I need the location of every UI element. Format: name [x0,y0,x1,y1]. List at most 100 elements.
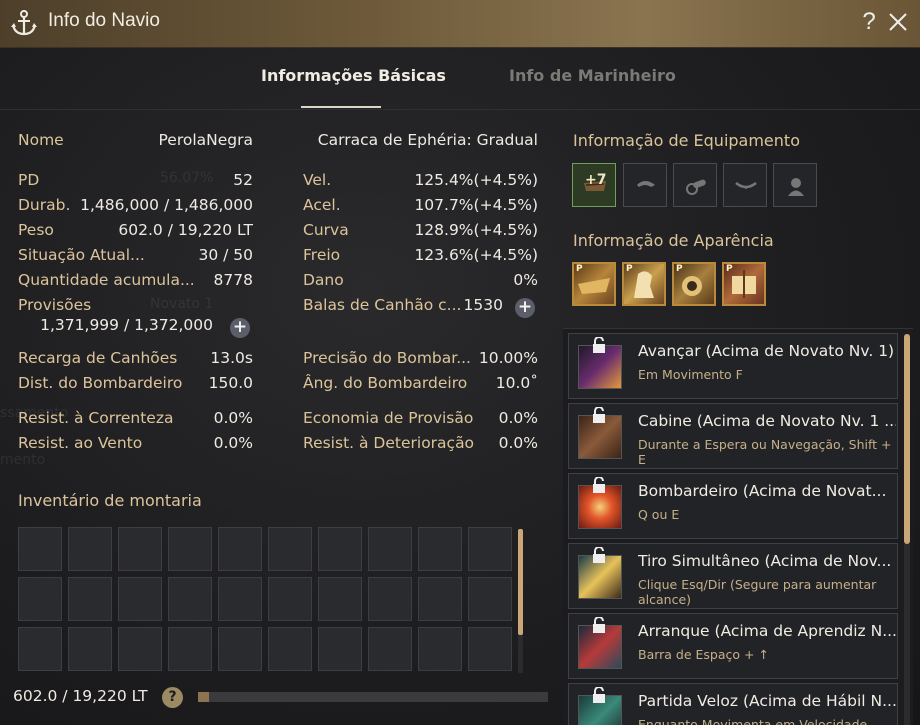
appearance-slot[interactable]: P [672,262,716,306]
provisions-value: 1,371,999 / 1,372,000 [40,316,213,334]
title-bar[interactable]: Info do Navio ? [0,0,920,48]
premium-badge: P [626,264,633,274]
inventory-slot[interactable] [118,527,162,571]
add-provisions-button[interactable]: + [230,318,250,338]
premium-badge: P [676,264,683,274]
inventory-slot[interactable] [168,577,212,621]
appearance-slot[interactable]: P [572,262,616,306]
stat-label: Acel. [303,196,341,214]
stat-value: 1,486,000 / 1,486,000 [80,196,253,214]
stat-label: Curva [303,221,349,239]
help-button[interactable]: ? [858,8,880,36]
appearance-slot[interactable]: P [622,262,666,306]
skill-name: Bombardeiro (Acima de Novat... [638,482,887,500]
stat-label: Dano [303,271,344,289]
skill-item[interactable]: Avançar (Acima de Novato Nv. 1) Em Movim… [568,333,898,399]
anchor-icon [11,10,37,36]
tab-basic-info[interactable]: Informações Básicas [261,66,446,85]
inventory-scrollbar-thumb[interactable] [518,529,523,635]
skill-description: Barra de Espaço + ↑ [638,647,769,662]
inventory-slot[interactable] [418,527,462,571]
inventory-slot[interactable] [168,627,212,671]
equipment-slot-crew[interactable] [773,163,817,207]
ship-name: PerolaNegra [158,131,254,149]
equipment-slot-hull[interactable]: +7 [572,163,616,207]
skill-item[interactable]: Partida Veloz (Acima de Hábil N... Enqua… [568,683,898,725]
name-label: Nome [18,131,64,149]
stat-label: Recarga de Canhões [18,349,178,367]
stat-value: 8778 [213,271,253,289]
inventory-slot[interactable] [368,527,412,571]
stat-label: Peso [18,221,54,239]
stat-label: PD [18,171,40,189]
inventory-slot[interactable] [418,627,462,671]
appearance-slot[interactable]: P [722,262,766,306]
inventory-slot[interactable] [168,527,212,571]
inventory-slot[interactable] [268,527,312,571]
stat-value: 0.0% [498,434,538,452]
skill-description: Durante a Espera ou Navegação, Shift + E [638,437,892,467]
ship-info-window: 56.07% Novato 1 ssamento mento Info do N… [0,0,920,725]
inventory-slot[interactable] [218,527,262,571]
stat-value: 128.9%(+4.5%) [414,221,538,239]
stat-label: Dist. do Bombardeiro [18,374,183,392]
skill-item[interactable]: Cabine (Acima de Novato Nv. 1 ... Durant… [568,403,898,469]
skill-name: Partida Veloz (Acima de Hábil N... [638,692,896,710]
window-title: Info do Navio [48,10,160,31]
skill-scrollbar-thumb[interactable] [904,334,910,544]
skill-item[interactable]: Tiro Simultâneo (Acima de Nov... Clique … [568,543,898,609]
figurehead-icon [637,181,655,187]
inventory-slot[interactable] [318,577,362,621]
weight-bar [198,692,548,702]
inventory-slot[interactable] [18,527,62,571]
stat-value: 107.7%(+4.5%) [414,196,538,214]
close-icon[interactable] [886,10,910,34]
stat-label: Resist. ao Vento [18,434,143,452]
equipment-slot-figurehead[interactable] [623,163,667,207]
inventory-slot[interactable] [118,627,162,671]
skill-item[interactable]: Bombardeiro (Acima de Novat... Q ou E [568,473,898,539]
weight-help-icon[interactable]: ? [162,687,183,708]
lock-icon [593,547,605,563]
appearance-title: Informação de Aparência [573,231,774,250]
inventory-slot[interactable] [218,577,262,621]
stat-label: Resist. à Deterioração [303,434,475,452]
inventory-slot[interactable] [368,577,412,621]
inventory-slot[interactable] [18,627,62,671]
stat-value: 52 [233,171,253,189]
stat-label: Âng. do Bombardeiro [303,374,468,392]
inventory-slot[interactable] [268,577,312,621]
skill-name: Tiro Simultâneo (Acima de Nov... [638,552,892,570]
stat-value: 10.0˚ [495,374,538,392]
stat-value: 13.0s [210,349,253,367]
background-text: Novato 1 [150,296,214,312]
stat-value: 125.4%(+4.5%) [414,171,538,189]
equipment-slot-cannon[interactable] [673,163,717,207]
inventory-slot[interactable] [468,577,512,621]
add-cannonballs-button[interactable]: + [515,298,535,318]
stat-label: Resist. à Correnteza [18,409,174,427]
inventory-slot[interactable] [318,627,362,671]
skill-item[interactable]: Arranque (Acima de Aprendiz N... Barra d… [568,613,898,679]
inventory-slot[interactable] [68,577,112,621]
tab-sailor-info[interactable]: Info de Marinheiro [509,66,676,85]
inventory-slot[interactable] [418,577,462,621]
inventory-slot[interactable] [268,627,312,671]
crew-icon [788,178,804,196]
inventory-slot[interactable] [18,577,62,621]
inventory-slot[interactable] [318,527,362,571]
inventory-slot[interactable] [368,627,412,671]
cannonballs-label: Balas de Canhão c... [303,296,462,314]
inventory-slot[interactable] [468,527,512,571]
equipment-slot-sail[interactable] [723,163,767,207]
inventory-slot[interactable] [468,627,512,671]
inventory-slot[interactable] [68,527,112,571]
inventory-slot[interactable] [68,627,112,671]
inventory-slot[interactable] [218,627,262,671]
stat-value: 123.6%(+4.5%) [414,246,538,264]
background-text: mento [0,452,46,468]
inventory-slot[interactable] [118,577,162,621]
lock-icon [593,687,605,703]
stat-value: 0.0% [213,434,253,452]
skill-name: Arranque (Acima de Aprendiz N... [638,622,896,640]
